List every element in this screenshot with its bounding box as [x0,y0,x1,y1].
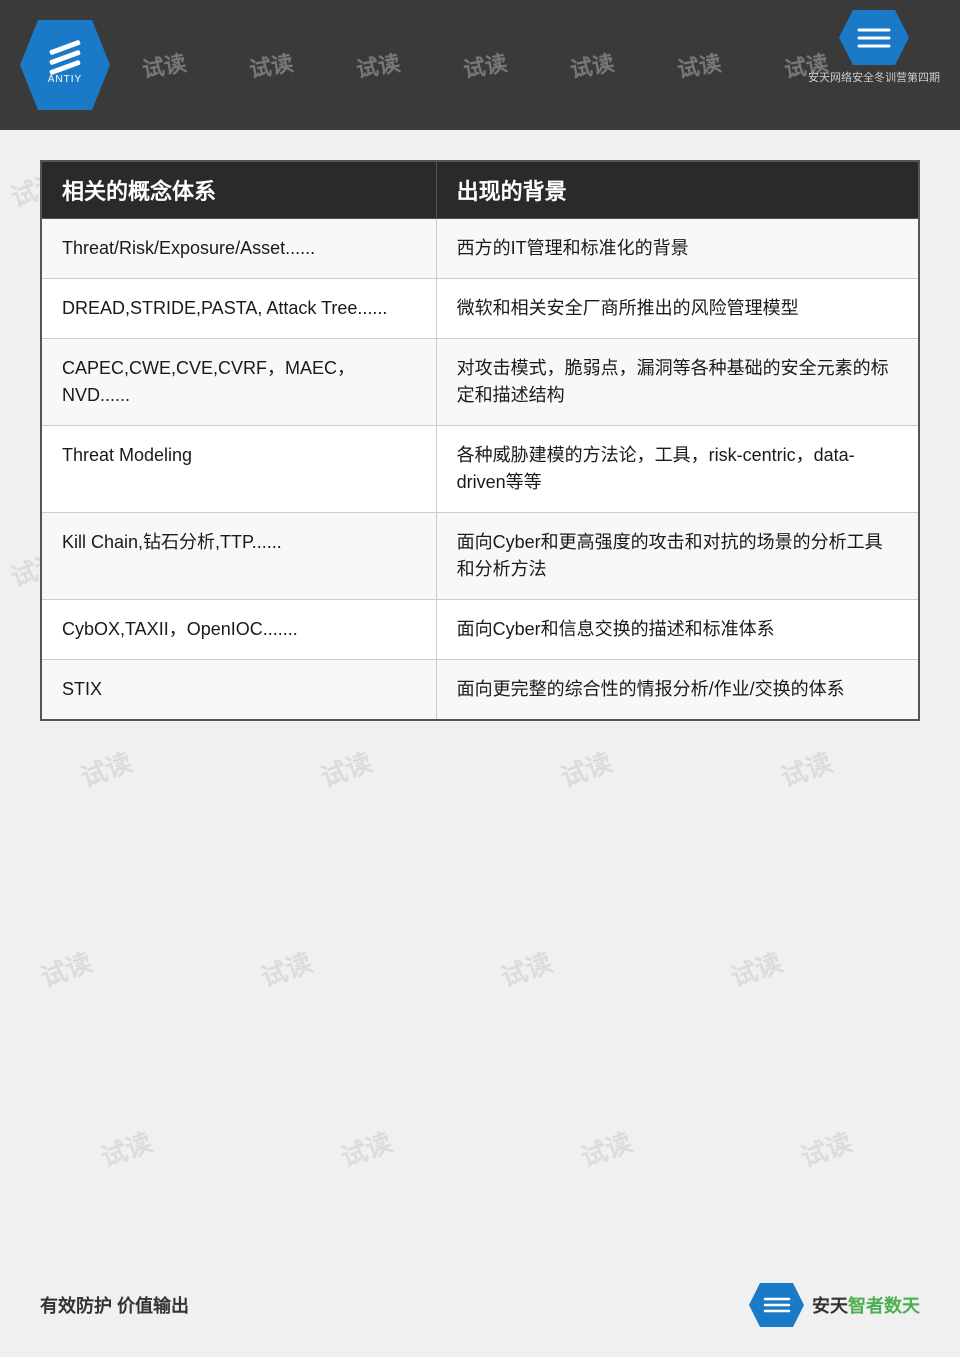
table-cell-right-3: 各种威胁建模的方法论，工具，risk-centric，data-driven等等 [436,426,919,513]
footer-logo: 安天智者数天 [749,1283,920,1327]
logo: ANTIY [20,20,110,110]
header-watermark-4: 试读 [461,45,510,84]
header-right-logo-icon [839,10,909,65]
table-cell-right-4: 面向Cyber和更高强度的攻击和对抗的场景的分析工具和分析方法 [436,513,919,600]
table-cell-left-4: Kill Chain,钻石分析,TTP...... [41,513,436,600]
table-row: Threat Modeling各种威胁建模的方法论，工具，risk-centri… [41,426,919,513]
table-row: CAPEC,CWE,CVE,CVRF，MAEC，NVD......对攻击模式，脆… [41,339,919,426]
header-watermark-5: 试读 [568,45,617,84]
table-cell-left-6: STIX [41,660,436,721]
concept-table: 相关的概念体系 出现的背景 Threat/Risk/Exposure/Asset… [40,160,920,721]
table-cell-right-0: 西方的IT管理和标准化的背景 [436,219,919,279]
header-watermark-1: 试读 [139,45,188,84]
table-cell-left-5: CybOX,TAXII，OpenIOC....... [41,600,436,660]
table-cell-right-1: 微软和相关安全厂商所推出的风险管理模型 [436,279,919,339]
table-row: Kill Chain,钻石分析,TTP......面向Cyber和更高强度的攻击… [41,513,919,600]
main-content: 相关的概念体系 出现的背景 Threat/Risk/Exposure/Asset… [40,160,920,1257]
table-cell-left-0: Threat/Risk/Exposure/Asset...... [41,219,436,279]
footer: 有效防护 价值输出 安天智者数天 [40,1283,920,1327]
table-row: STIX面向更完整的综合性的情报分析/作业/交换的体系 [41,660,919,721]
logo-text: ANTIY [48,74,82,85]
table-row: Threat/Risk/Exposure/Asset......西方的IT管理和… [41,219,919,279]
col1-header: 相关的概念体系 [41,161,436,219]
table-cell-left-2: CAPEC,CWE,CVE,CVRF，MAEC，NVD...... [41,339,436,426]
header-right-subtext: 安天网络安全冬训营第四期 [808,69,940,85]
table-cell-left-1: DREAD,STRIDE,PASTA, Attack Tree...... [41,279,436,339]
header-right-logo: 安天网络安全冬训营第四期 [808,10,940,85]
table-cell-left-3: Threat Modeling [41,426,436,513]
table-row: CybOX,TAXII，OpenIOC.......面向Cyber和信息交换的描… [41,600,919,660]
table-row: DREAD,STRIDE,PASTA, Attack Tree......微软和… [41,279,919,339]
col2-header: 出现的背景 [436,161,919,219]
table-cell-right-6: 面向更完整的综合性的情报分析/作业/交换的体系 [436,660,919,721]
header-watermark-6: 试读 [675,45,724,84]
footer-brand: 安天智者数天 [812,1292,920,1318]
footer-logo-icon [749,1283,804,1327]
table-cell-right-5: 面向Cyber和信息交换的描述和标准体系 [436,600,919,660]
table-cell-right-2: 对攻击模式，脆弱点，漏洞等各种基础的安全元素的标定和描述结构 [436,339,919,426]
header: ANTIY 试读 试读 试读 试读 试读 试读 试读 安天网络安全冬训营第四期 [0,0,960,130]
header-watermark-2: 试读 [246,45,295,84]
footer-left-text: 有效防护 价值输出 [40,1292,189,1318]
header-watermark-3: 试读 [353,45,402,84]
